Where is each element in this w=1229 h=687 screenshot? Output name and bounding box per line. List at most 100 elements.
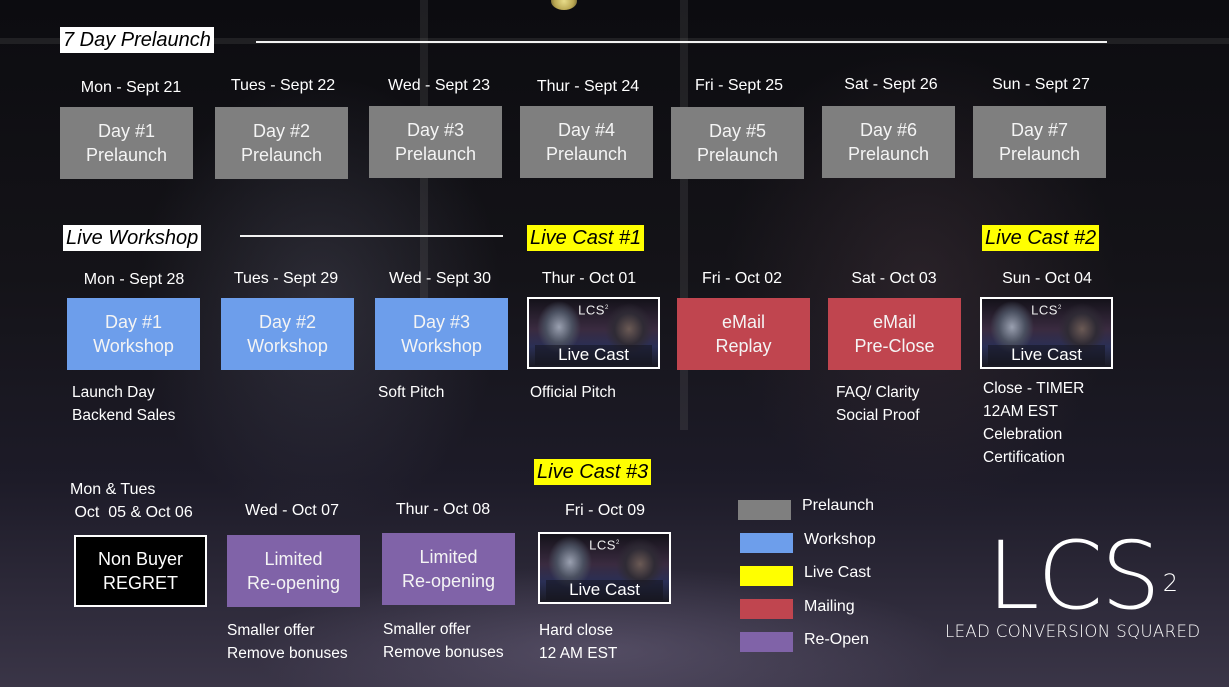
legend-item: Re-Open — [740, 631, 869, 652]
day-note: Launch Day Backend Sales — [72, 381, 175, 427]
box-line2: Pre-Close — [854, 336, 935, 356]
note-line: FAQ/ Clarity — [836, 384, 920, 401]
section-title-workshop: Live Workshop — [63, 225, 202, 251]
note-line: Hard close — [539, 622, 614, 639]
day-date: Sat - Oct 03 — [851, 270, 937, 287]
note-line: 12AM EST — [983, 403, 1058, 420]
legend-label: Re-Open — [804, 631, 869, 648]
legend-swatch — [738, 500, 791, 520]
day-date: Mon & Tues Oct 05 & Oct 06 — [70, 478, 193, 524]
workshop-day-box[interactable]: Day #1 Workshop — [67, 298, 200, 370]
note-line: Remove bonuses — [227, 645, 348, 662]
box-line2: Prelaunch — [847, 144, 930, 164]
legend-item: Workshop — [740, 531, 876, 553]
section-title-livecast-1: Live Cast #1 — [527, 225, 645, 251]
note-line: Close - TIMER — [983, 380, 1085, 397]
day-date: Tues - Sept 22 — [230, 77, 336, 94]
workshop-day-box[interactable]: Day #2 Workshop — [221, 298, 354, 370]
box-line1: eMail — [721, 312, 765, 332]
divider-line — [256, 41, 1107, 43]
day-note: Smaller offer Remove bonuses — [227, 619, 348, 665]
box-line1: Day #3 — [412, 312, 471, 332]
box-line1: Day #2 — [252, 121, 311, 141]
date-line: Mon & Tues — [70, 481, 156, 498]
box-line2: Re-opening — [401, 571, 496, 591]
box-line1: Limited — [419, 547, 478, 567]
day-date: Thur - Oct 01 — [541, 270, 637, 287]
non-buyer-regret-box[interactable]: Non Buyer REGRET — [74, 535, 207, 607]
box-line2: Prelaunch — [85, 145, 168, 165]
prelaunch-day-box[interactable]: Day #5 Prelaunch — [671, 107, 804, 179]
box-line2: Workshop — [401, 336, 482, 356]
box-line1: eMail — [872, 312, 916, 332]
mailing-day-box[interactable]: eMail Pre-Close — [828, 298, 961, 370]
prelaunch-day-box[interactable]: Day #3 Prelaunch — [369, 106, 502, 178]
day-date: Tues - Sept 29 — [233, 270, 339, 287]
day-date: Wed - Oct 07 — [245, 502, 339, 519]
day-date: Sun - Oct 04 — [1002, 270, 1092, 287]
note-line: Social Proof — [836, 407, 920, 424]
box-line2: Prelaunch — [394, 144, 477, 164]
box-line1: Day #2 — [258, 312, 317, 332]
thumbnail-logo: LCS2 — [1031, 302, 1062, 318]
logo-mark: LCS 2 — [987, 522, 1178, 631]
logo-tagline: LEAD CONVERSION SQUARED — [945, 622, 1201, 641]
note-line: Certification — [983, 449, 1065, 466]
prelaunch-day-box[interactable]: Day #7 Prelaunch — [973, 106, 1106, 178]
box-line1: Limited — [264, 549, 323, 569]
section-title-prelaunch: 7 Day Prelaunch — [60, 27, 214, 53]
box-line2: Prelaunch — [240, 145, 323, 165]
workshop-day-box[interactable]: Day #3 Workshop — [375, 298, 508, 370]
reopen-day-box[interactable]: Limited Re-opening — [382, 533, 515, 605]
day-date: Sun - Sept 27 — [992, 76, 1090, 93]
reopen-day-box[interactable]: Limited Re-opening — [227, 535, 360, 607]
legend-swatch — [740, 566, 793, 586]
legend-label: Mailing — [804, 598, 855, 615]
legend-swatch — [740, 599, 793, 619]
box-line2: Replay — [715, 336, 772, 356]
livecast-video-thumbnail[interactable]: LCS2 Live Cast — [980, 297, 1113, 369]
box-line2: Re-opening — [246, 573, 341, 593]
box-line1: Day #5 — [708, 121, 767, 141]
legend-swatch — [740, 533, 793, 553]
note-line: Official Pitch — [530, 384, 616, 401]
ceiling-lamp-icon — [551, 0, 577, 10]
box-line1: Day #6 — [859, 120, 918, 140]
note-line: Launch Day — [72, 384, 155, 401]
prelaunch-day-box[interactable]: Day #1 Prelaunch — [60, 107, 193, 179]
day-date: Fri - Oct 02 — [701, 270, 782, 287]
legend-label: Prelaunch — [802, 497, 875, 514]
thumbnail-caption: Live Cast — [546, 580, 663, 600]
box-line1: Non Buyer — [97, 549, 184, 569]
day-note: Official Pitch — [530, 381, 616, 404]
day-note: Hard close 12 AM EST — [539, 619, 617, 665]
section-title-livecast-2: Live Cast #2 — [982, 225, 1100, 251]
box-line1: Day #1 — [97, 121, 156, 141]
thumbnail-caption: Live Cast — [535, 345, 652, 365]
note-line: Soft Pitch — [378, 384, 445, 401]
thumbnail-logo: LCS2 — [578, 302, 609, 318]
note-line: Backend Sales — [72, 407, 176, 424]
livecast-video-thumbnail[interactable]: LCS2 Live Cast — [527, 297, 660, 369]
day-date: Fri - Oct 09 — [564, 502, 645, 519]
brand-logo: LCS 2 LEAD CONVERSION SQUARED — [945, 522, 1205, 642]
prelaunch-day-box[interactable]: Day #6 Prelaunch — [822, 106, 955, 178]
prelaunch-day-box[interactable]: Day #2 Prelaunch — [215, 107, 348, 179]
box-line2: Prelaunch — [696, 145, 779, 165]
box-line1: Day #4 — [557, 120, 616, 140]
day-date: Wed - Sept 23 — [388, 77, 490, 94]
legend-swatch — [740, 632, 793, 652]
day-date: Sat - Sept 26 — [844, 76, 938, 93]
prelaunch-day-box[interactable]: Day #4 Prelaunch — [520, 106, 653, 178]
mailing-day-box[interactable]: eMail Replay — [677, 298, 810, 370]
day-note: Smaller offer Remove bonuses — [383, 618, 504, 664]
livecast-video-thumbnail[interactable]: LCS2 Live Cast — [538, 532, 671, 604]
box-line1: Day #1 — [104, 312, 163, 332]
day-date: Mon - Sept 28 — [83, 271, 185, 288]
note-line: Celebration — [983, 426, 1063, 443]
thumbnail-caption: Live Cast — [988, 345, 1105, 365]
date-line: Oct 05 & Oct 06 — [70, 504, 193, 521]
box-line2: Workshop — [93, 336, 174, 356]
box-line1: Day #3 — [406, 120, 465, 140]
day-note: Close - TIMER 12AM EST Celebration Certi… — [983, 377, 1084, 469]
